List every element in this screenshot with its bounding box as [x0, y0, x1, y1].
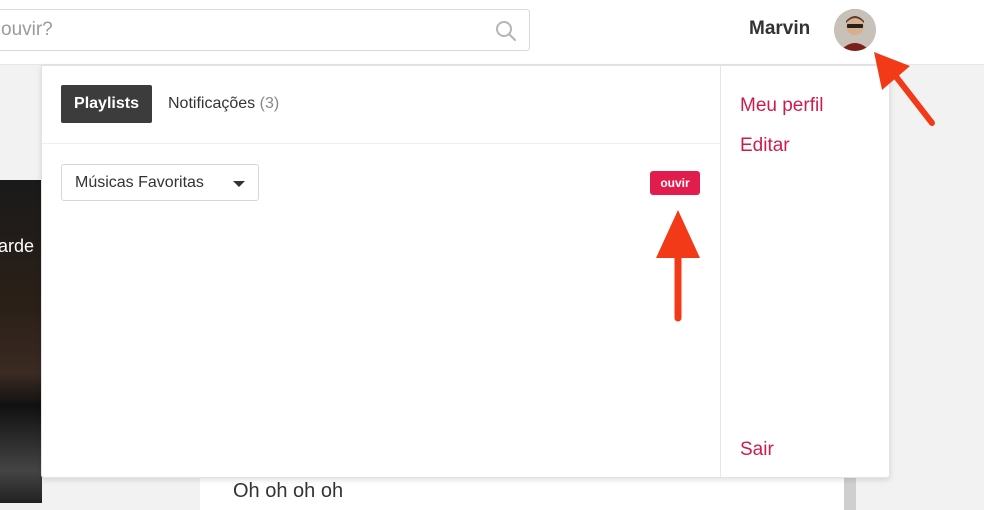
annotation-arrows — [656, 52, 935, 322]
arrow-to-play-button — [656, 210, 700, 322]
arrow-to-avatar — [874, 52, 935, 126]
